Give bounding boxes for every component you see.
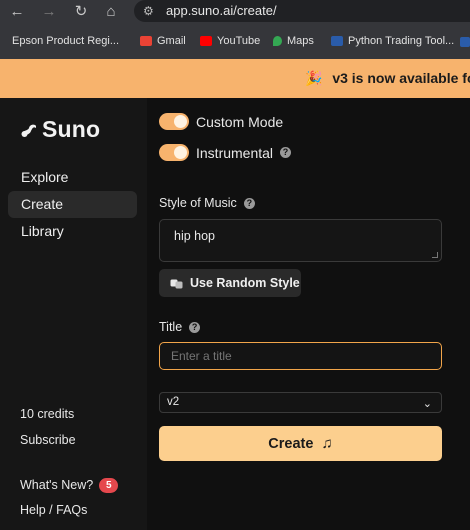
title-input[interactable]	[159, 342, 442, 370]
instrumental-row: Instrumental ?	[159, 144, 292, 161]
flag-icon	[460, 37, 470, 47]
browser-toolbar: ← → ↻ ⌂ ⚙ app.suno.ai/create/	[0, 0, 470, 25]
bookmark-label: Maps	[287, 35, 314, 47]
back-icon[interactable]: ←	[8, 3, 26, 21]
custom-mode-label: Custom Mode	[196, 113, 284, 130]
style-of-music-heading: Style of Music ?	[159, 196, 255, 210]
resize-handle-icon[interactable]	[432, 252, 438, 258]
help-icon[interactable]: ?	[243, 197, 255, 209]
bookmark-label: Epson Product Regi...	[12, 35, 120, 47]
suno-logo-icon	[21, 124, 36, 137]
style-value: hip hop	[174, 229, 216, 243]
title-heading: Title ?	[159, 320, 201, 334]
site-settings-icon[interactable]: ⚙	[143, 3, 159, 19]
reload-icon[interactable]: ↻	[72, 3, 90, 21]
use-random-style-button[interactable]: Use Random Style	[159, 269, 301, 297]
instrumental-toggle[interactable]	[159, 144, 189, 161]
bookmarks-bar: Epson Product Regi... Gmail YouTube Maps…	[0, 25, 470, 59]
model-version-select[interactable]: v2 ⌄	[159, 392, 442, 413]
create-label: Create	[268, 435, 314, 452]
bookmark-maps[interactable]: Maps	[273, 35, 314, 47]
version-value: v2	[167, 396, 180, 408]
address-bar[interactable]: ⚙ app.suno.ai/create/	[134, 0, 470, 22]
bookmark-overflow[interactable]	[460, 37, 470, 47]
create-form: Custom Mode Instrumental ? Style of Musi…	[147, 98, 470, 530]
custom-mode-row: Custom Mode	[159, 113, 283, 130]
bookmark-gmail[interactable]: Gmail	[140, 35, 186, 47]
create-button[interactable]: Create ♫	[159, 426, 442, 461]
help-icon[interactable]: ?	[189, 321, 201, 333]
whats-new-label: What's New?	[20, 478, 94, 492]
music-note-icon: ♫	[321, 435, 333, 452]
site-favicon-icon	[331, 36, 343, 46]
help-icon[interactable]: ?	[280, 147, 292, 158]
sidebar-item-library[interactable]: Library	[8, 218, 137, 245]
banner-message: v3 is now available for	[332, 70, 470, 86]
sidebar-item-explore[interactable]: Explore	[8, 164, 137, 191]
style-label: Style of Music	[159, 196, 237, 210]
style-of-music-input[interactable]: hip hop	[159, 219, 442, 262]
bookmark-python-trading[interactable]: Python Trading Tool...	[331, 35, 454, 47]
credits-count: 10 credits	[20, 407, 75, 421]
home-icon[interactable]: ⌂	[102, 3, 120, 21]
url-text[interactable]: app.suno.ai/create/	[166, 3, 277, 18]
banner-text: 🎉 v3 is now available for	[305, 70, 470, 87]
maps-icon	[273, 36, 282, 46]
title-label: Title	[159, 320, 183, 334]
gmail-icon	[140, 36, 152, 46]
instrumental-label: Instrumental	[196, 144, 274, 161]
logo-text: Suno	[42, 116, 101, 142]
random-style-label: Use Random Style	[190, 276, 300, 290]
custom-mode-toggle[interactable]	[159, 113, 189, 130]
dice-icon	[170, 279, 183, 288]
announcement-banner[interactable]: 🎉 v3 is now available for	[0, 59, 470, 98]
help-faqs-link[interactable]: Help / FAQs	[20, 503, 87, 517]
bookmark-label: Gmail	[157, 35, 186, 47]
bookmark-label: Python Trading Tool...	[348, 35, 455, 47]
forward-icon[interactable]: →	[40, 3, 58, 21]
bookmark-epson[interactable]: Epson Product Regi...	[12, 35, 119, 47]
bookmark-label: YouTube	[217, 35, 261, 47]
sidebar-item-create[interactable]: Create	[8, 191, 137, 218]
whats-new-link[interactable]: What's New? 5	[20, 478, 119, 494]
bookmark-youtube[interactable]: YouTube	[200, 35, 260, 47]
sidebar: Suno Explore Create Library 10 credits S…	[0, 98, 147, 530]
notification-badge: 5	[99, 478, 119, 494]
suno-logo[interactable]: Suno	[20, 116, 100, 143]
subscribe-link[interactable]: Subscribe	[20, 433, 76, 447]
party-icon: 🎉	[305, 70, 323, 86]
chevron-down-icon: ⌄	[422, 398, 432, 410]
youtube-icon	[200, 36, 212, 46]
